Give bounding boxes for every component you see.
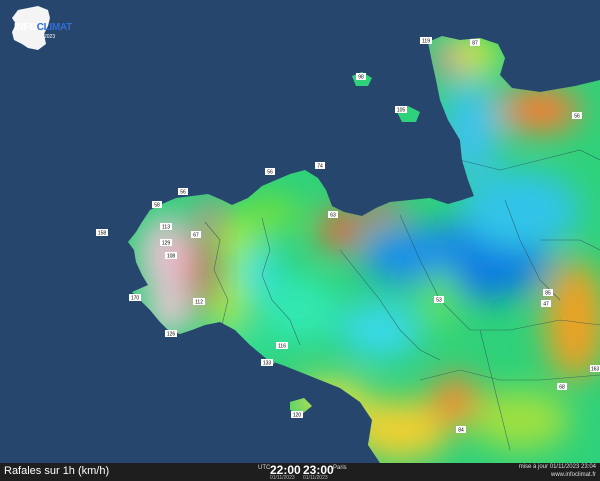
station-label: 63 [328, 211, 338, 219]
station-label: 56 [265, 168, 275, 176]
station-label: 120 [291, 411, 303, 419]
station-label: 68 [557, 383, 567, 391]
station-label: 85 [543, 289, 553, 297]
footer-bar: Rafales sur 1h (km/h) UTC 22:00 01/11/20… [0, 463, 600, 481]
station-label: 108 [165, 252, 177, 260]
logo-sub: 2023 [44, 34, 56, 40]
gust-map: 119 87 98 105 56 56 74 56 58 113 158 67 … [0, 0, 600, 463]
station-value: 56 [267, 170, 273, 176]
station-value: 63 [330, 213, 336, 219]
station-label: 112 [193, 298, 205, 306]
station-value: 120 [293, 413, 302, 419]
station-label: 84 [456, 426, 466, 434]
station-label: 56 [572, 112, 582, 120]
station-value: 129 [162, 241, 171, 247]
station-label: 113 [160, 223, 172, 231]
station-label: 170 [129, 294, 141, 302]
station-label: 98 [356, 73, 366, 81]
station-value: 113 [162, 225, 170, 231]
station-label: 133 [261, 359, 273, 367]
station-value: 47 [543, 302, 549, 308]
station-value: 87 [472, 41, 478, 47]
station-value: 163 [591, 367, 600, 373]
local-tag: Paris [333, 465, 347, 471]
station-label: 47 [541, 300, 551, 308]
logo-text: INFOCLIMAT [14, 22, 72, 33]
station-label: 116 [276, 342, 288, 350]
station-value: 85 [545, 291, 551, 297]
station-label: 67 [191, 231, 201, 239]
station-label: 129 [160, 239, 172, 247]
utc-date: 01/11/2023 [270, 475, 295, 481]
station-value: 119 [422, 39, 430, 45]
station-label: 119 [420, 37, 432, 45]
station-value: 74 [317, 164, 323, 170]
station-label: 158 [96, 229, 108, 237]
station-value: 67 [193, 233, 199, 239]
infoclimat-logo: INFOCLIMAT 2023 [4, 4, 72, 54]
utc-tag: UTC [258, 465, 271, 471]
station-value: 116 [278, 344, 286, 350]
station-label: 163 [590, 365, 600, 373]
station-value: 108 [167, 254, 176, 260]
station-value: 170 [131, 296, 140, 302]
station-label: 87 [470, 39, 480, 47]
station-value: 84 [458, 428, 464, 434]
site-url: www.infoclimat.fr [550, 472, 596, 478]
station-value: 105 [397, 108, 406, 114]
station-value: 158 [98, 231, 107, 237]
station-value: 56 [574, 114, 580, 120]
station-label: 53 [434, 296, 444, 304]
station-value: 68 [559, 385, 565, 391]
local-date: 01/11/2023 [303, 475, 328, 481]
station-value: 133 [263, 361, 272, 367]
station-label: 126 [165, 330, 177, 338]
station-value: 126 [167, 332, 176, 338]
station-value: 56 [180, 190, 186, 196]
station-value: 58 [154, 203, 160, 209]
station-label: 58 [152, 201, 162, 209]
station-label: 74 [315, 162, 325, 170]
station-label: 56 [178, 188, 188, 196]
station-value: 98 [358, 75, 364, 81]
station-label: 105 [395, 106, 407, 114]
station-value: 53 [436, 298, 442, 304]
station-value: 112 [195, 300, 203, 306]
update-time: mise à jour 01/11/2023 23:04 [518, 464, 596, 470]
map-title: Rafales sur 1h (km/h) [4, 465, 110, 477]
